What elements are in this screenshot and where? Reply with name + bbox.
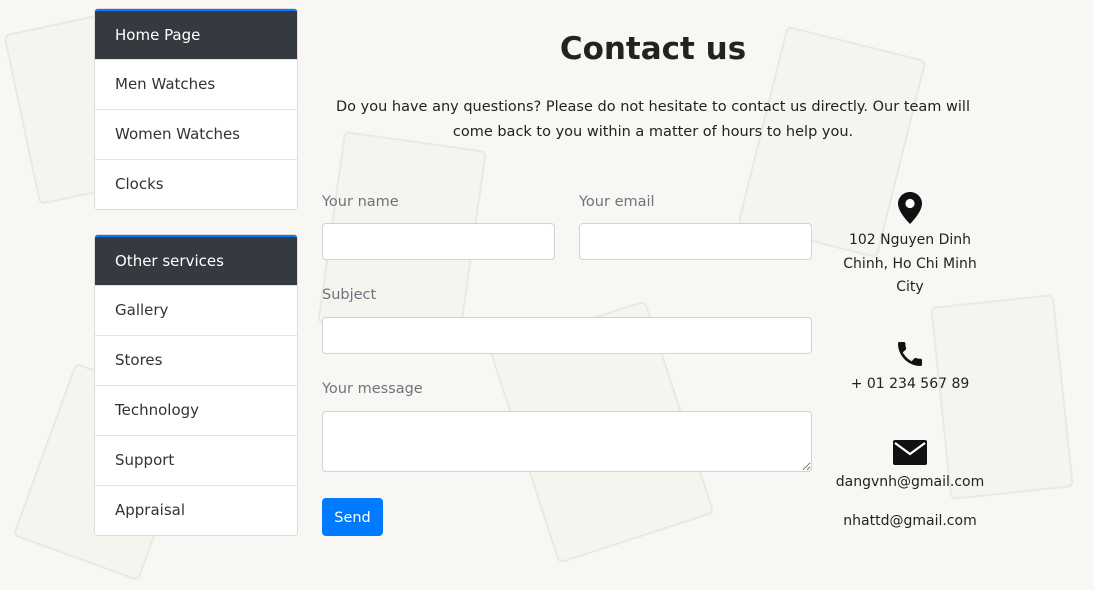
email-text-2[interactable]: nhattd@gmail.com	[834, 510, 986, 534]
phone-block: + 01 234 567 89	[834, 338, 986, 397]
sidebar-item-home-page[interactable]: Home Page	[95, 9, 297, 59]
email-input[interactable]	[579, 223, 812, 260]
sidebar-item-women-watches[interactable]: Women Watches	[95, 109, 297, 159]
message-textarea[interactable]	[322, 411, 812, 472]
email-block: dangvnh@gmail.com nhattd@gmail.com	[834, 440, 986, 533]
address-text: 102 Nguyen Dinh Chinh, Ho Chi Minh City	[843, 232, 977, 295]
services-menu: Other services Gallery Stores Technology…	[94, 234, 298, 536]
name-label: Your name	[322, 194, 399, 210]
sidebar-item-other-services[interactable]: Other services	[95, 235, 297, 285]
sidebar-item-men-watches[interactable]: Men Watches	[95, 59, 297, 109]
sidebar-item-clocks[interactable]: Clocks	[95, 159, 297, 209]
sidebar: Home Page Men Watches Women Watches Cloc…	[94, 8, 298, 536]
intro-text: Do you have any questions? Please do not…	[336, 99, 970, 140]
subject-label: Subject	[322, 287, 377, 303]
sidebar-item-support[interactable]: Support	[95, 435, 297, 485]
email-label: Your email	[579, 194, 655, 210]
map-marker-icon	[898, 192, 922, 224]
main-menu: Home Page Men Watches Women Watches Cloc…	[94, 8, 298, 210]
subject-input[interactable]	[322, 317, 812, 354]
send-button[interactable]: Send	[322, 498, 383, 536]
sidebar-item-technology[interactable]: Technology	[95, 385, 297, 435]
address-block: 102 Nguyen Dinh Chinh, Ho Chi Minh City	[834, 192, 986, 300]
phone-text: + 01 234 567 89	[850, 376, 970, 392]
sidebar-item-stores[interactable]: Stores	[95, 335, 297, 385]
envelope-icon	[893, 440, 927, 465]
sidebar-item-appraisal[interactable]: Appraisal	[95, 485, 297, 535]
page-title: Contact us	[559, 31, 747, 67]
phone-icon	[898, 342, 922, 366]
sidebar-item-gallery[interactable]: Gallery	[95, 285, 297, 335]
name-input[interactable]	[322, 223, 555, 260]
email-text-1[interactable]: dangvnh@gmail.com	[834, 471, 986, 495]
message-label: Your message	[322, 381, 423, 397]
